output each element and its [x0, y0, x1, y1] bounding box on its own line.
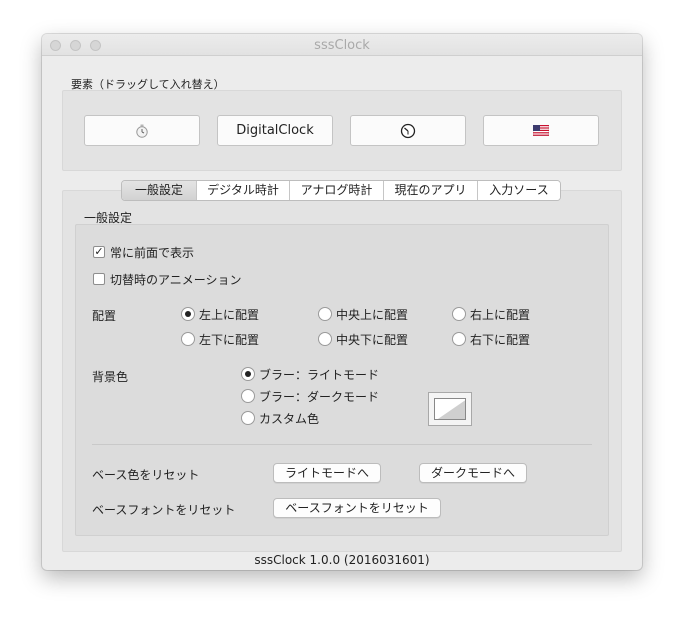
color-preview-graphic: [437, 400, 465, 419]
tab-analog-clock[interactable]: アナログ時計: [289, 181, 383, 200]
color-well[interactable]: [428, 392, 472, 426]
reset-dark-mode-button[interactable]: ダークモードへ: [419, 463, 527, 483]
title-bar[interactable]: sssClock: [42, 34, 642, 56]
tab-input-source[interactable]: 入力ソース: [477, 181, 560, 200]
tab-current-app[interactable]: 現在のアプリ: [383, 181, 477, 200]
us-flag-icon: [533, 125, 549, 136]
radio-bottom-left-label: 左下に配置: [199, 333, 260, 347]
radio-bottom-center-label: 中央下に配置: [336, 333, 409, 347]
radio-bottom-center[interactable]: [318, 332, 332, 346]
background-label: 背景色: [92, 370, 129, 384]
tab-digital-clock[interactable]: デジタル時計: [196, 181, 289, 200]
radio-top-center-label: 中央上に配置: [336, 308, 409, 322]
radio-custom-color[interactable]: [241, 411, 255, 425]
reset-light-mode-button[interactable]: ライトモードへ: [273, 463, 381, 483]
digital-clock-element[interactable]: DigitalClock: [217, 115, 333, 146]
clock-app-icon: [136, 124, 148, 138]
color-preview: [434, 398, 466, 420]
radio-bottom-left[interactable]: [181, 332, 195, 346]
analog-clock-icon: [400, 123, 416, 138]
switch-animation-checkbox[interactable]: [93, 273, 105, 285]
version-label: sssClock 1.0.0 (2016031601): [254, 553, 430, 567]
placement-label: 配置: [92, 309, 117, 323]
reset-base-font-label: ベースフォントをリセット: [92, 503, 236, 517]
clock-app-element[interactable]: [84, 115, 200, 146]
radio-top-left[interactable]: [181, 307, 195, 321]
radio-blur-light-label: ブラー：ライトモード: [259, 368, 380, 382]
analog-clock-element[interactable]: [350, 115, 466, 146]
always-on-top-label: 常に前面で表示: [110, 246, 195, 260]
radio-top-right[interactable]: [452, 307, 466, 321]
reset-base-color-label: ベース色をリセット: [92, 468, 200, 482]
radio-bottom-right[interactable]: [452, 332, 466, 346]
radio-blur-dark-label: ブラー：ダークモード: [259, 390, 380, 404]
radio-top-left-label: 左上に配置: [199, 308, 260, 322]
window-title: sssClock: [314, 38, 370, 53]
always-on-top-checkbox[interactable]: ✓: [93, 246, 105, 258]
settings-tabs: 一般設定 デジタル時計 アナログ時計 現在のアプリ 入力ソース: [121, 180, 561, 201]
radio-blur-light[interactable]: [241, 367, 255, 381]
radio-blur-dark[interactable]: [241, 389, 255, 403]
radio-custom-color-label: カスタム色: [259, 412, 320, 426]
tab-general[interactable]: 一般設定: [122, 181, 196, 200]
input-source-element[interactable]: [483, 115, 599, 146]
radio-top-right-label: 右上に配置: [470, 308, 531, 322]
radio-bottom-right-label: 右下に配置: [470, 333, 531, 347]
radio-top-center[interactable]: [318, 307, 332, 321]
app-window: sssClock 要素（ドラッグして入れ替え） DigitalClock 一般設…: [42, 34, 642, 570]
section-separator: [92, 444, 592, 445]
reset-base-font-button[interactable]: ベースフォントをリセット: [273, 498, 441, 518]
switch-animation-label: 切替時のアニメーション: [110, 273, 242, 287]
